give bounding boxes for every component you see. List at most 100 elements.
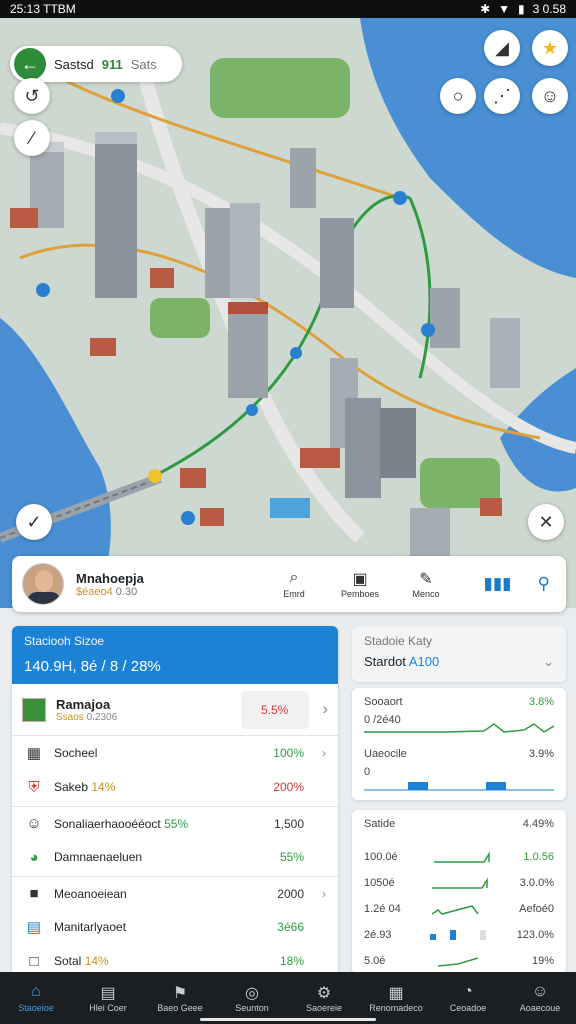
list-item-value: 18% (279, 954, 304, 968)
star-icon: ★ (541, 37, 559, 58)
stats-row-sparkline (431, 905, 479, 915)
stats-row: 1.2é 04 Aefoé0 (364, 902, 554, 916)
stats-row-sparkline (433, 851, 490, 863)
pin-icon: ○ (452, 85, 464, 106)
chart1-label: Sooaort (364, 696, 403, 708)
stats-row-sparkline (437, 957, 479, 967)
list-item-value: 100% (273, 746, 304, 760)
list-item[interactable]: ⛨ Sakeb 14% 200% (12, 770, 338, 804)
bluetooth-icon: ✱ (480, 2, 491, 16)
status-time: 25:13 TTBM (10, 2, 76, 16)
chevron-down-icon: ⌄ (543, 654, 554, 669)
home-indicator[interactable] (200, 1018, 376, 1021)
compass-button[interactable]: ✓ (16, 504, 52, 540)
star-button[interactable]: ★ (532, 30, 568, 66)
avatar[interactable] (22, 563, 64, 605)
list-item-label: Sotal 14% (54, 954, 109, 968)
action-tv-label: Pemboes (340, 589, 380, 599)
stats-row-sparkline (430, 930, 487, 940)
nav-item-aoaecoue[interactable]: ☺ Aoaecoue (508, 983, 572, 1013)
chevron-right-icon: › (322, 700, 328, 718)
chat-icon: ■ (29, 885, 39, 902)
action-search[interactable]: ⌕ Emrd (272, 569, 316, 599)
action-pen[interactable]: ✎ Menco (404, 569, 448, 599)
stats-card-title-value: 4.49% (522, 818, 554, 830)
pin-button[interactable]: ○ (440, 78, 476, 114)
wifi-icon: ▼ (498, 2, 511, 16)
stats-row-right: 123.0% (516, 929, 554, 941)
nav-item-ceoadoe[interactable]: ◔ Ceoadoe (436, 983, 500, 1013)
document-icon: ▤ (26, 919, 42, 936)
stats-card[interactable]: Satide 4.49% 100.0é 1.0.56 1050é 3.0.0% 1.2é … (352, 810, 566, 974)
stats-header[interactable]: Staciooh Sizoe 140.9H, 8é / 8 / 28% (12, 626, 338, 684)
crop-icon: ◢ (495, 37, 509, 58)
grid-icon: ▦ (388, 985, 404, 1002)
battery-icon: ▮ (518, 2, 525, 16)
chart1-value: 3.8% (528, 696, 554, 708)
search-icon[interactable]: ⚲ (538, 574, 550, 594)
list-item[interactable]: ◕ Damnaenaeluen 55% (12, 840, 338, 874)
flag-icon (22, 697, 46, 722)
list-item-value: 3é66 (277, 920, 304, 934)
search-pill-gray: Sats (130, 56, 157, 72)
layers-icon: ↺ (24, 85, 40, 106)
list-item[interactable]: ▦ Socheel 100% › (12, 736, 338, 770)
profile-subtitle: $éaeo4 0.30 (76, 585, 138, 598)
chart2-bars (364, 782, 554, 791)
nav-item-label: Ceoadoe (449, 1003, 487, 1013)
stats-row-left: 1050é (364, 877, 395, 889)
station-value: A100 (408, 654, 440, 669)
nav-item-label: Renomadeco (369, 1003, 423, 1013)
list-item[interactable]: ▤ Manitarlyaoet 3é66 (12, 910, 338, 944)
stats-row-left: 100.0é (364, 851, 398, 863)
search-pill[interactable]: ← Sastsd 911 Sats (10, 46, 182, 82)
action-pen-label: Menco (412, 589, 440, 599)
list-item-value: 200% (273, 780, 304, 794)
list-item-label: Damnaenaeluen (54, 850, 143, 864)
layers-button[interactable]: ↺ (14, 78, 50, 114)
station-label: Stardot (364, 654, 406, 669)
stats-header-title: Staciooh Sizoe (24, 634, 105, 648)
nav-item-label: Staoeioe (18, 1003, 54, 1013)
list-item-value: 55% (279, 850, 304, 864)
status-badge: 5.5% (240, 690, 309, 729)
nav-item-saoereie[interactable]: ⚙ Saoereie (292, 983, 356, 1013)
bars-icon[interactable]: ▮▮▮ (483, 574, 511, 594)
nav-item-baeo-geee[interactable]: ⚑ Baeo Geee (148, 983, 212, 1013)
calendar-icon: ▤ (100, 985, 116, 1002)
profile-card[interactable]: Mnahoepja $éaeo4 0.30 ⌕ Emrd ▣ Pemboes ✎ Me… (12, 556, 566, 612)
tv-icon: ▣ (352, 571, 368, 588)
close-icon: ✕ (538, 511, 554, 532)
arrow-left-icon: ← (21, 53, 39, 74)
compass-icon: ✓ (26, 511, 42, 532)
route-button[interactable]: ⋰ (484, 78, 520, 114)
ruler-button[interactable]: ∕ (14, 120, 50, 156)
list-item[interactable]: ☺ Sonaliaerhaooééoct 55% 1,500 (12, 806, 338, 840)
list-item[interactable]: ■ Meoanoeiean 2000 › (12, 876, 338, 910)
nav-item-renomadeco[interactable]: ▦ Renomadeco (364, 983, 428, 1013)
chart2-value: 3.9% (528, 748, 554, 760)
action-tv[interactable]: ▣ Pemboes (338, 569, 382, 599)
status-bar: 25:13 TTBM ✱ ▼ ▮ 3 0.58 (0, 0, 576, 18)
nav-item-label: Baeo Geee (157, 1003, 203, 1013)
person-button[interactable]: ☺ (532, 78, 568, 114)
user-icon: ☺ (531, 983, 549, 1000)
list-item[interactable]: Ramajoa Ssaos 0.2306 5.5% › (12, 684, 338, 736)
city-map[interactable]: ← Sastsd 911 Sats ↺ ∕ ◢ ★ ○ ⋰ ☺ ✓ ✕ (0, 18, 576, 608)
nav-item-seunton[interactable]: ◎ Seunton (220, 983, 284, 1013)
stats-row-right: 1.0.56 (523, 851, 554, 863)
crop-button[interactable]: ◢ (484, 30, 520, 66)
first-row-name: Ramajoa (56, 696, 111, 712)
bottom-nav: ⌂ Staoeioe ▤ Hlei Coer ⚑ Baeo Geee ◎ Seunton ⚙ Sa… (0, 972, 576, 1024)
stats-row-left: 1.2é 04 (364, 903, 401, 915)
nav-item-staoeioe[interactable]: ⌂ Staoeioe (4, 983, 68, 1013)
search-pill-green: 911 (101, 56, 123, 72)
nav-item-hlei-coer[interactable]: ▤ Hlei Coer (76, 983, 140, 1013)
ruler-icon: ∕ (30, 127, 34, 148)
first-row-sub: Ssaos 0.2306 (56, 711, 118, 723)
back-button[interactable]: ← (14, 48, 46, 80)
chart-card-1[interactable]: Sooaort 3.8% 0 /2é40 Uaeocile 3.9% 0 (352, 688, 566, 800)
close-button[interactable]: ✕ (528, 504, 564, 540)
chart1-sparkline (364, 723, 554, 733)
station-selector[interactable]: Stadoie Katy Stardot A100 ⌄ (352, 626, 566, 682)
